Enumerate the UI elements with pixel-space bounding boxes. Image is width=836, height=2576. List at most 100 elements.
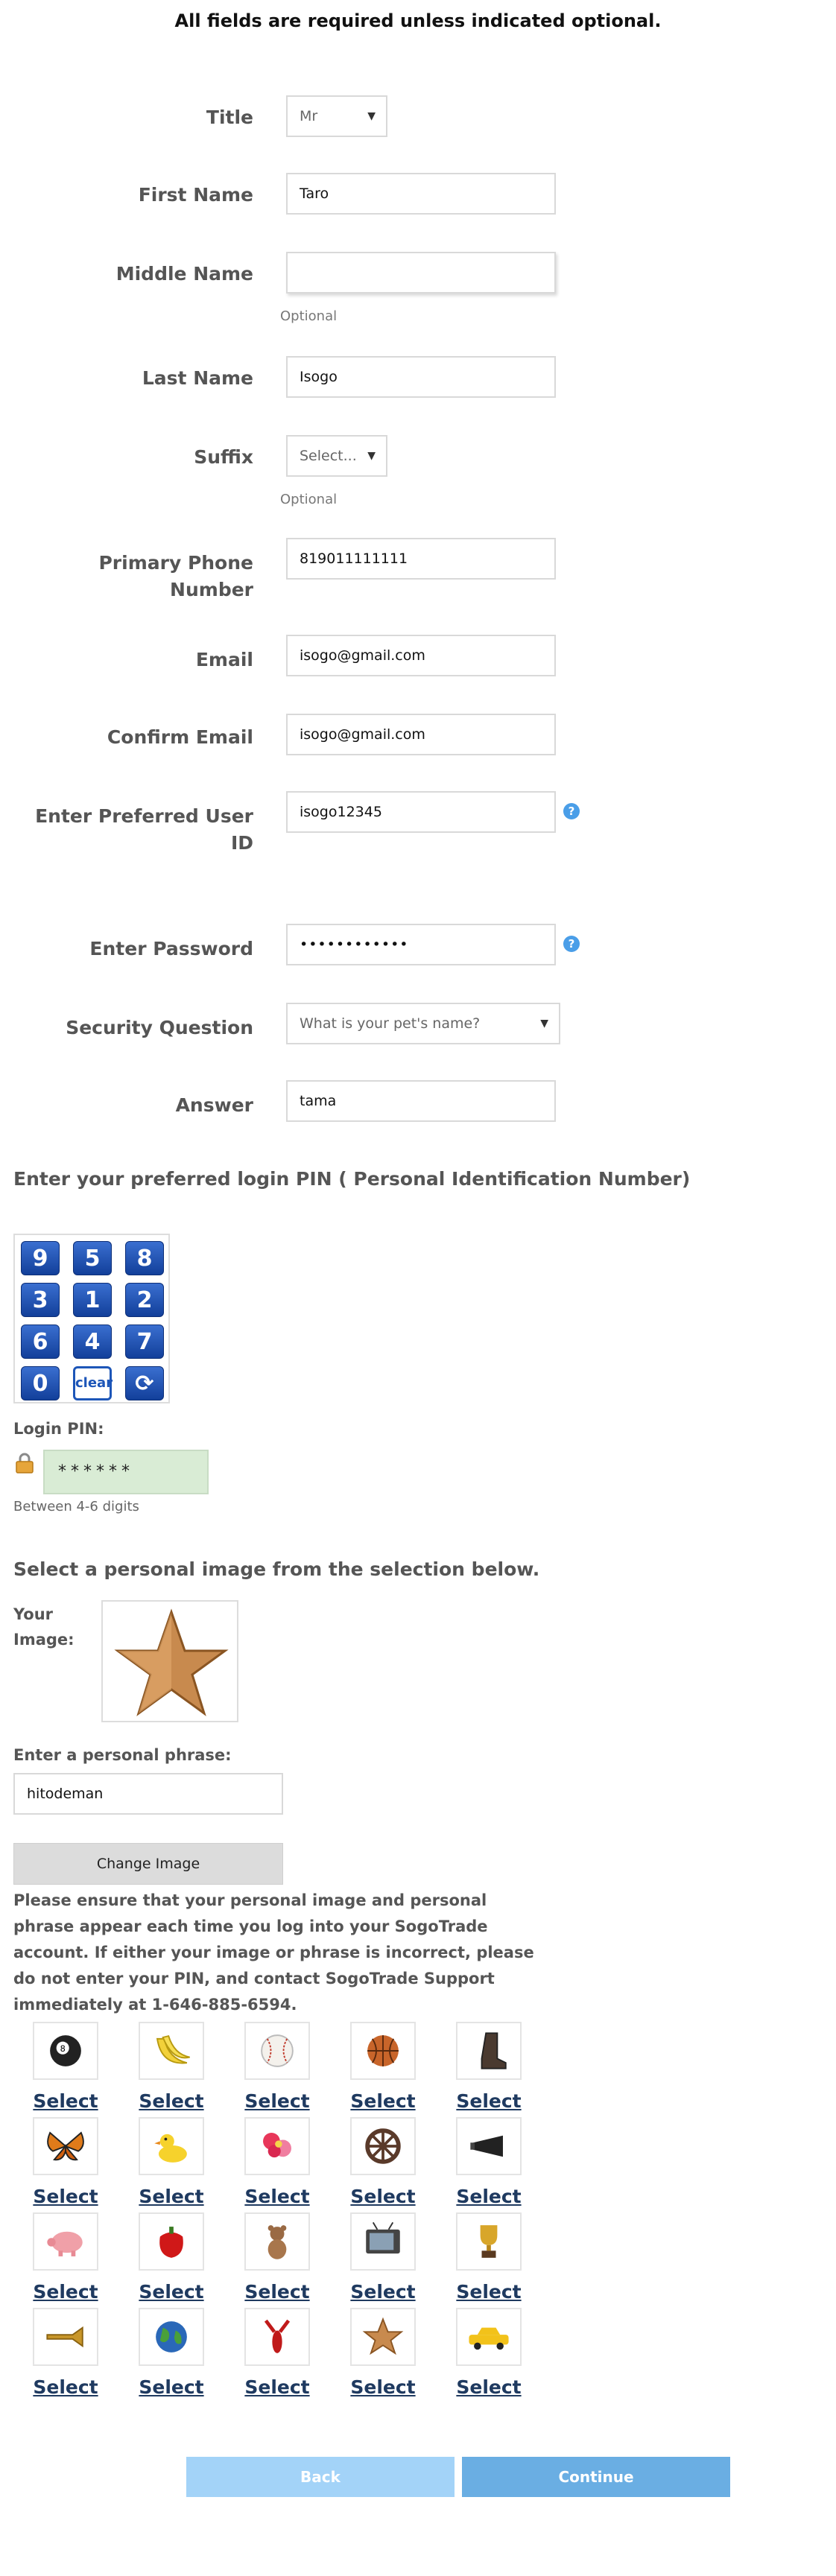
chevron-down-icon: ▼ bbox=[367, 110, 376, 122]
password-input[interactable]: •••••••••••• bbox=[286, 924, 556, 965]
select-flower-link[interactable]: Select bbox=[236, 2186, 318, 2207]
suffix-select-value: Select... bbox=[300, 448, 357, 464]
middle-name-input[interactable] bbox=[286, 252, 556, 294]
taxi-icon bbox=[469, 2327, 509, 2350]
gallery-tile-cowboy-boot[interactable] bbox=[456, 2022, 522, 2080]
pin-key-3[interactable]: 3 bbox=[21, 1283, 60, 1317]
title-select[interactable]: Mr ▼ bbox=[286, 95, 387, 137]
pin-length-hint: Between 4-6 digits bbox=[13, 1499, 139, 1514]
first-name-input[interactable]: Taro bbox=[286, 173, 556, 215]
megaphone-icon bbox=[470, 2135, 503, 2157]
select-lobster-link[interactable]: Select bbox=[236, 2376, 318, 2398]
select-banana-link[interactable]: Select bbox=[130, 2090, 212, 2112]
your-image-label-line2: Image: bbox=[13, 1631, 75, 1649]
star-icon bbox=[114, 1608, 229, 1716]
pin-clear-button[interactable]: clear bbox=[73, 1366, 113, 1400]
gallery-tile-teddy-bear[interactable] bbox=[244, 2212, 310, 2271]
pin-key-1[interactable]: 1 bbox=[73, 1283, 112, 1317]
select-butterfly-link[interactable]: Select bbox=[25, 2186, 107, 2207]
gallery-tile-trophy[interactable] bbox=[456, 2212, 522, 2271]
gallery-tile-pepper[interactable] bbox=[139, 2212, 204, 2271]
gallery-tile-banana[interactable] bbox=[139, 2022, 204, 2080]
select-baseball-link[interactable]: Select bbox=[236, 2090, 318, 2112]
select-piggy-bank-link[interactable]: Select bbox=[25, 2281, 107, 2303]
last-name-input[interactable]: Isogo bbox=[286, 356, 556, 398]
email-input[interactable]: isogo@gmail.com bbox=[286, 635, 556, 676]
change-image-button[interactable]: Change Image bbox=[13, 1843, 283, 1885]
suffix-select[interactable]: Select... ▼ bbox=[286, 435, 387, 477]
select-film-reel-link[interactable]: Select bbox=[342, 2186, 424, 2207]
pin-key-6[interactable]: 6 bbox=[21, 1325, 60, 1359]
select-globe-link[interactable]: Select bbox=[130, 2376, 212, 2398]
gallery-tile-flower[interactable] bbox=[244, 2117, 310, 2175]
user-id-label: Enter Preferred User ID bbox=[0, 803, 253, 857]
select-trumpet-link[interactable]: Select bbox=[25, 2376, 107, 2398]
phrase-label: Enter a personal phrase: bbox=[13, 1746, 232, 1764]
gallery-tile-baseball[interactable] bbox=[244, 2022, 310, 2080]
back-button[interactable]: Back bbox=[186, 2457, 455, 2497]
phone-input[interactable]: 819011111111 bbox=[286, 538, 556, 580]
password-help-icon[interactable]: ? bbox=[563, 936, 580, 952]
gallery-tile-television[interactable] bbox=[350, 2212, 416, 2271]
pin-refresh-icon[interactable]: ⟳ bbox=[125, 1366, 164, 1400]
chevron-down-icon: ▼ bbox=[367, 450, 376, 462]
gallery-tile-film-reel[interactable] bbox=[350, 2117, 416, 2175]
answer-input[interactable]: tama bbox=[286, 1080, 556, 1122]
last-name-label: Last Name bbox=[142, 367, 253, 389]
login-pin-label: Login PIN: bbox=[13, 1420, 104, 1438]
flower-icon bbox=[263, 2132, 291, 2158]
user-id-label-line1: Enter Preferred User bbox=[35, 805, 253, 827]
select-pepper-link[interactable]: Select bbox=[130, 2281, 212, 2303]
user-id-input[interactable]: isogo12345 bbox=[286, 791, 556, 833]
select-trophy-link[interactable]: Select bbox=[448, 2281, 530, 2303]
select-cowboy-boot-link[interactable]: Select bbox=[448, 2090, 530, 2112]
select-eight-ball-link[interactable]: Select bbox=[25, 2090, 107, 2112]
gallery-tile-lobster[interactable] bbox=[244, 2308, 310, 2366]
pin-key-0[interactable]: 0 bbox=[21, 1366, 60, 1400]
middle-name-optional-note: Optional bbox=[280, 308, 338, 324]
gallery-tile-globe[interactable] bbox=[139, 2308, 204, 2366]
pin-key-4[interactable]: 4 bbox=[73, 1325, 112, 1359]
pin-key-5[interactable]: 5 bbox=[73, 1241, 112, 1275]
gallery-tile-butterfly[interactable] bbox=[33, 2117, 98, 2175]
gallery-tile-taxi[interactable] bbox=[456, 2308, 522, 2366]
phrase-input[interactable]: hitodeman bbox=[13, 1773, 283, 1815]
teddy-bear-icon bbox=[267, 2225, 287, 2259]
select-megaphone-link[interactable]: Select bbox=[448, 2186, 530, 2207]
gallery-tile-eight-ball[interactable]: 8 bbox=[33, 2022, 98, 2080]
select-taxi-link[interactable]: Select bbox=[448, 2376, 530, 2398]
select-television-link[interactable]: Select bbox=[342, 2281, 424, 2303]
star-icon bbox=[362, 2317, 404, 2355]
pin-key-9[interactable]: 9 bbox=[21, 1241, 60, 1275]
middle-name-label: Middle Name bbox=[115, 263, 253, 285]
piggy-bank-icon bbox=[47, 2231, 83, 2256]
suffix-label: Suffix bbox=[194, 446, 253, 468]
confirm-email-input[interactable]: isogo@gmail.com bbox=[286, 714, 556, 755]
user-id-help-icon[interactable]: ? bbox=[563, 803, 580, 819]
rubber-duck-icon bbox=[154, 2134, 187, 2163]
pin-key-7[interactable]: 7 bbox=[125, 1325, 164, 1359]
gallery-tile-megaphone[interactable] bbox=[456, 2117, 522, 2175]
security-notice-paragraph: Please ensure that your personal image a… bbox=[13, 1891, 534, 2014]
title-label: Title bbox=[206, 107, 253, 128]
pepper-icon bbox=[159, 2227, 183, 2258]
security-question-select[interactable]: What is your pet's name? ▼ bbox=[286, 1003, 560, 1044]
gallery-tile-trumpet[interactable] bbox=[33, 2308, 98, 2366]
select-star-link[interactable]: Select bbox=[342, 2376, 424, 2398]
gallery-tile-star[interactable] bbox=[350, 2308, 416, 2366]
pin-key-2[interactable]: 2 bbox=[125, 1283, 164, 1317]
select-basketball-link[interactable]: Select bbox=[342, 2090, 424, 2112]
pin-key-8[interactable]: 8 bbox=[125, 1241, 164, 1275]
globe-icon bbox=[156, 2321, 187, 2353]
login-pin-field[interactable]: ****** bbox=[43, 1450, 209, 1494]
gallery-tile-piggy-bank[interactable] bbox=[33, 2212, 98, 2271]
gallery-tile-rubber-duck[interactable] bbox=[139, 2117, 204, 2175]
film-reel-icon bbox=[365, 2128, 401, 2164]
phone-label: Primary Phone Number bbox=[0, 550, 253, 603]
select-rubber-duck-link[interactable]: Select bbox=[130, 2186, 212, 2207]
gallery-tile-basketball[interactable] bbox=[350, 2022, 416, 2080]
select-teddy-bear-link[interactable]: Select bbox=[236, 2281, 318, 2303]
television-icon bbox=[366, 2221, 400, 2254]
continue-button[interactable]: Continue bbox=[462, 2457, 730, 2497]
image-heading: Select a personal image from the selecti… bbox=[13, 1558, 540, 1580]
